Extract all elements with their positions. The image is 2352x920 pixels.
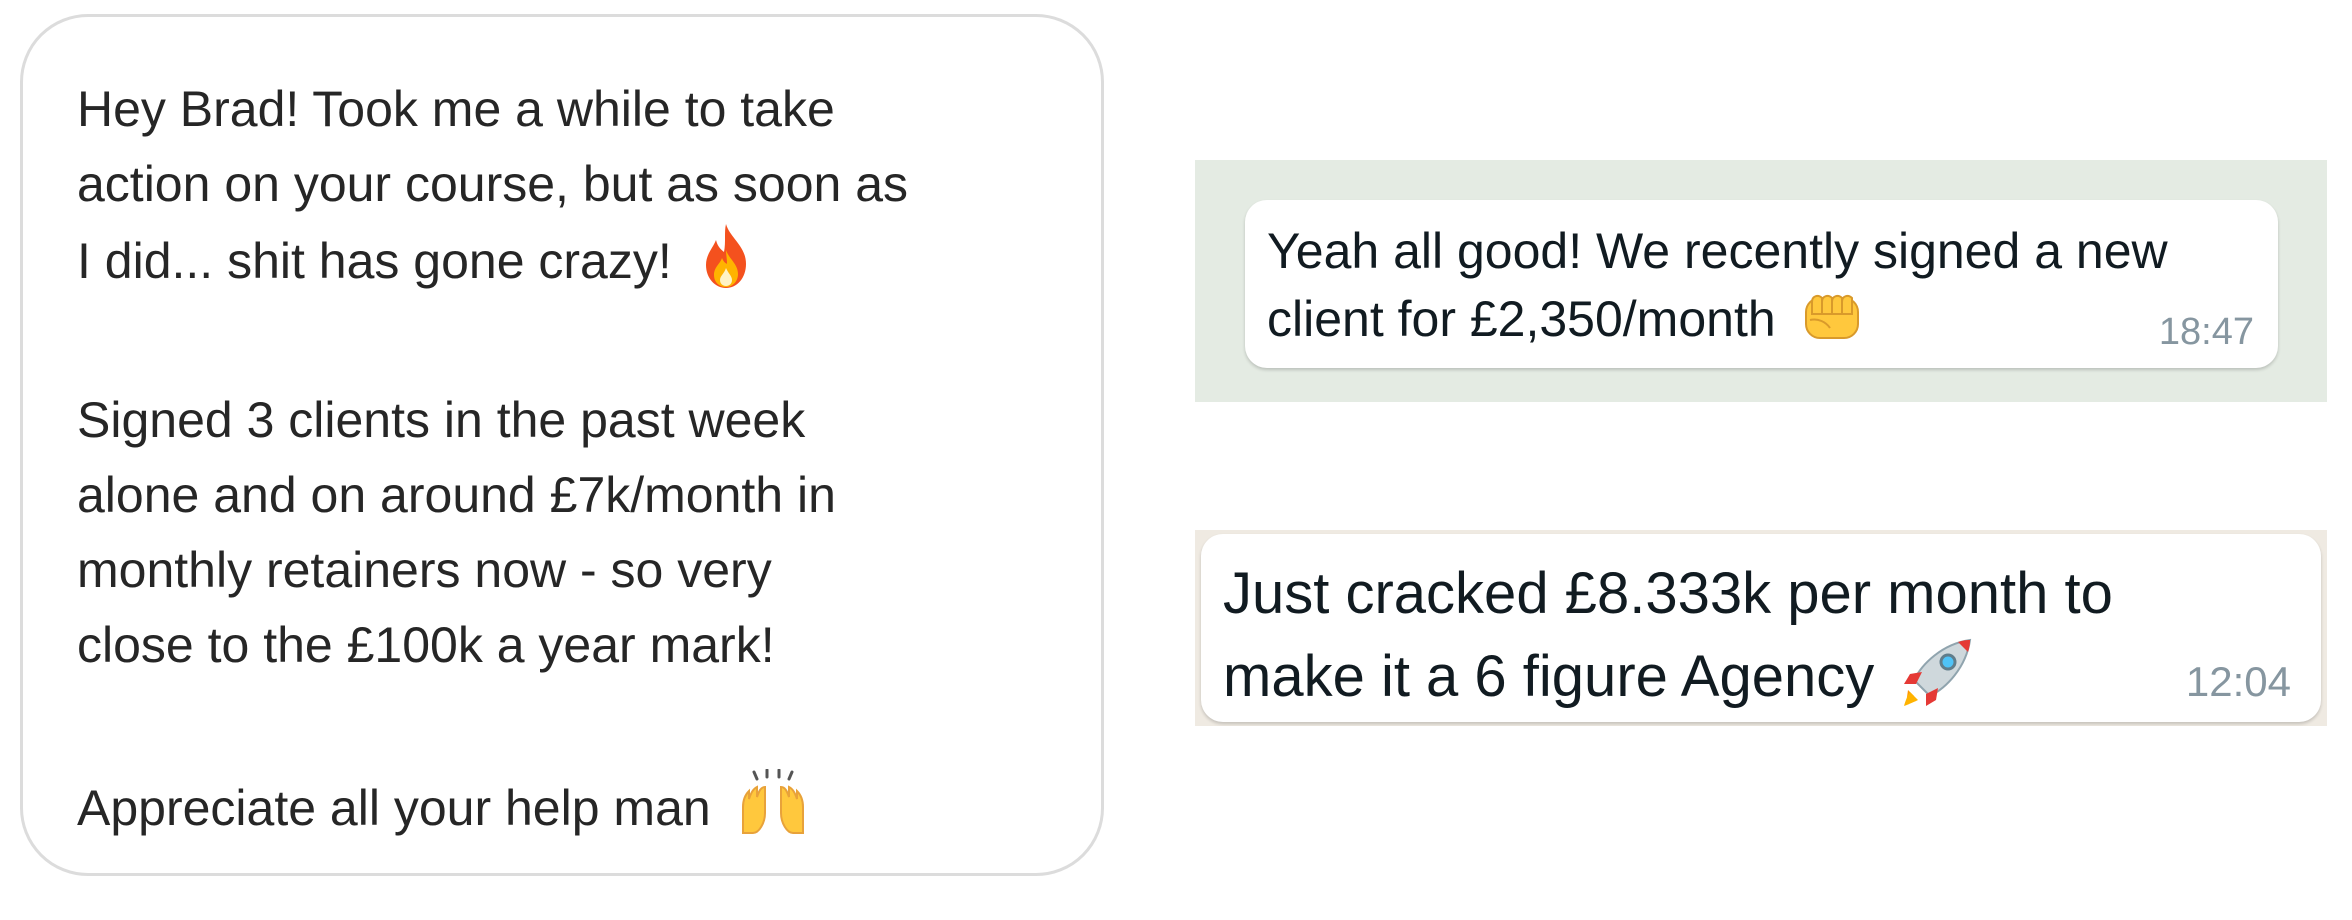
whatsapp-chat-screenshot-2: Just cracked £8.333k per month to make i… <box>1195 530 2327 726</box>
whatsapp-message-text: Yeah all good! We recently signed a new … <box>1267 217 2168 365</box>
message-timestamp: 18:47 <box>2158 311 2254 353</box>
instagram-message-bubble: Hey Brad! Took me a while to take action… <box>20 14 1104 876</box>
whatsapp-message-bubble: Yeah all good! We recently signed a new … <box>1245 200 2278 368</box>
whatsapp-message-text: Just cracked £8.333k per month to make i… <box>1223 554 2113 726</box>
whatsapp-message-bubble: Just cracked £8.333k per month to make i… <box>1201 534 2321 722</box>
raising-hands-emoji-icon <box>735 768 811 858</box>
message-timestamp: 12:04 <box>2185 658 2291 705</box>
message-paragraph-2: Signed 3 clients in the past week alone … <box>77 383 836 683</box>
message-paragraph-1: Hey Brad! Took me a while to take action… <box>77 72 908 311</box>
message-line: Just cracked £8.333k per month to <box>1223 561 2113 626</box>
message-line: Yeah all good! We recently signed a new <box>1267 223 2168 279</box>
message-line: client for £2,350/month <box>1267 291 1776 347</box>
fire-emoji-icon <box>696 222 756 311</box>
message-line: I did... shit has gone crazy! <box>77 233 672 289</box>
testimonial-collage: Hey Brad! Took me a while to take action… <box>0 0 2352 920</box>
message-paragraph-3: Appreciate all your help man <box>77 768 811 858</box>
message-line: action on your course, but as soon as <box>77 156 909 212</box>
whatsapp-chat-screenshot-1: Yeah all good! We recently signed a new … <box>1195 160 2327 402</box>
message-line: monthly retainers now - so very <box>77 542 772 598</box>
message-line: Appreciate all your help man <box>77 780 711 836</box>
message-line: make it a 6 figure Agency <box>1223 644 1875 709</box>
message-line: alone and on around £7k/month in <box>77 467 836 523</box>
message-line: Signed 3 clients in the past week <box>77 392 806 448</box>
message-line: Hey Brad! Took me a while to take <box>77 81 835 137</box>
rocket-emoji-icon <box>1900 634 1976 726</box>
fist-bump-emoji-icon <box>1800 290 1864 365</box>
message-line: close to the £100k a year mark! <box>77 617 775 673</box>
